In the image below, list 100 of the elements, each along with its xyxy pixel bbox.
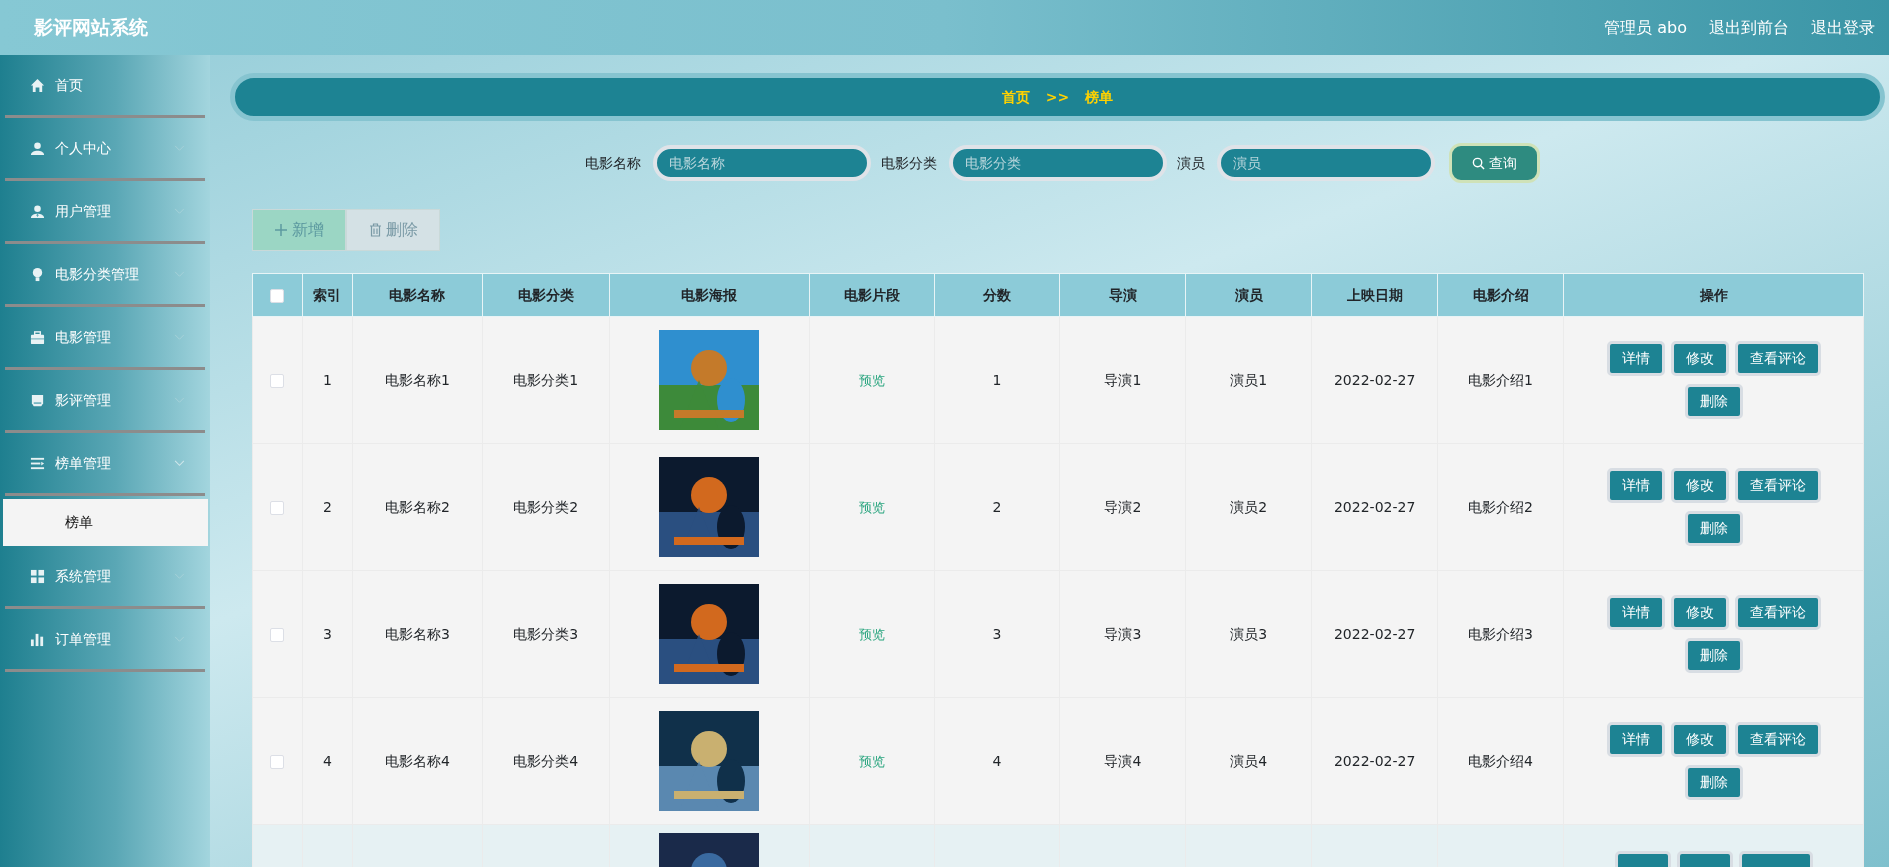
action-button[interactable]: 修改 [1670,722,1729,757]
table-cell: 电影介绍1 [1468,371,1533,388]
header-link[interactable]: 退出登录 [1811,15,1875,40]
action-button[interactable]: 删除 [1684,384,1743,419]
table-cell: 电影名称3 [384,625,450,642]
home-icon [30,77,45,93]
table-cell: 2022-02-27 [1333,498,1416,515]
sidebar-item[interactable]: 电影管理 [5,307,205,370]
action-button[interactable]: 修改 [1670,595,1729,630]
preview-link[interactable]: 预览 [858,753,885,769]
action-button[interactable]: 详情 [1606,341,1665,376]
column-header: 操作 [1699,286,1728,303]
table-cell: 演员1 [1230,371,1268,388]
breadcrumb-link[interactable]: 首页 [1001,86,1030,108]
action-button[interactable]: 修改 [1670,341,1729,376]
sidebar-item[interactable]: 订单管理 [5,609,205,672]
column-header: 电影海报 [681,286,738,303]
sidebar-item[interactable]: 系统管理 [5,546,205,609]
list-icon [30,455,45,471]
sidebar-item[interactable]: 榜单管理 [5,433,205,496]
action-button[interactable]: 详情 [1606,595,1665,630]
header-link[interactable]: 退出到前台 [1709,15,1789,40]
table-cell: 3 [323,625,332,642]
plus-icon [274,223,288,237]
checkbox[interactable] [270,288,285,303]
action-button[interactable]: 删除 [1684,638,1743,673]
column-header: 电影名称 [389,286,446,303]
action-button[interactable]: 查看评论 [1734,468,1821,503]
breadcrumb-separator: >> [1045,87,1070,107]
table-cell: 电影分类1 [513,371,579,388]
preview-link[interactable]: 预览 [858,626,885,642]
action-button[interactable]: 详情 [1606,722,1665,757]
table-cell: 演员3 [1230,625,1268,642]
bulb-icon [30,266,45,282]
checkbox[interactable] [270,373,285,388]
table-cell: 电影介绍2 [1468,498,1533,515]
table-cell: 3 [992,625,1002,642]
table-cell: 电影分类3 [513,625,579,642]
column-header: 导演 [1108,286,1137,303]
table-cell: 4 [992,752,1002,769]
column-header: 索引 [313,286,342,303]
search-field[interactable]: 演员 [1217,145,1435,181]
table-cell: 电影介绍4 [1468,752,1533,769]
bar-chart-icon [30,631,45,647]
field-label: 电影名称 [585,153,641,173]
search-field[interactable]: 电影分类 [949,145,1167,181]
breadcrumb-link[interactable]: 榜单 [1085,86,1114,108]
action-button[interactable]: 删除 [1684,765,1743,800]
column-header: 电影分类 [517,286,574,303]
table-cell: 2 [992,498,1002,515]
table-cell: 导演1 [1104,371,1142,388]
table-cell: 电影名称1 [384,371,450,388]
tray-icon [30,392,45,408]
table-cell: 2022-02-27 [1333,625,1416,642]
table-cell: 电影介绍3 [1468,625,1533,642]
action-button[interactable]: 查看评论 [1734,722,1821,757]
column-header: 上映日期 [1346,286,1403,303]
site-title: 影评网站系统 [34,15,148,41]
table-cell: 电影名称4 [384,752,450,769]
table-cell: 1 [992,371,1002,388]
table-cell: 1 [323,371,332,388]
table-cell: 演员2 [1230,498,1268,515]
sidebar-item[interactable]: 个人中心 [5,118,205,181]
table-cell: 电影分类2 [513,498,579,515]
field-label: 电影分类 [881,153,937,173]
table-cell: 导演4 [1104,752,1142,769]
action-button[interactable]: 查看评论 [1734,341,1821,376]
grid-icon [30,568,45,584]
user-icon [30,203,45,219]
header-link[interactable]: 管理员 abo [1604,15,1687,40]
preview-link[interactable]: 预览 [858,499,885,515]
action-button[interactable]: 查看评论 [1734,595,1821,630]
action-button[interactable]: 修改 [1670,468,1729,503]
search-field[interactable]: 电影名称 [653,145,871,181]
sidebar-item[interactable]: 用户管理 [5,181,205,244]
table-cell: 演员4 [1230,752,1268,769]
column-header: 电影介绍 [1472,286,1529,303]
user-icon [30,140,45,156]
checkbox[interactable] [270,627,285,642]
table-cell: 4 [323,752,332,769]
table-cell: 电影分类4 [513,752,579,769]
table-cell: 导演3 [1104,625,1142,642]
field-label: 演员 [1177,153,1205,173]
column-header: 电影片段 [843,286,900,303]
checkbox[interactable] [270,500,285,515]
sidebar-item[interactable]: 影评管理 [5,370,205,433]
search-button[interactable]: 查询 [1449,143,1540,183]
sidebar-subitem[interactable]: 榜单 [3,499,208,546]
table-cell: 2 [323,498,332,515]
search-icon [1472,156,1485,170]
action-button[interactable]: 详情 [1606,468,1665,503]
sidebar-item[interactable]: 首页 [5,55,205,118]
table-cell: 2022-02-27 [1333,752,1416,769]
sidebar-item[interactable]: 电影分类管理 [5,244,205,307]
table-cell: 2022-02-27 [1333,371,1416,388]
briefcase-icon [30,329,45,345]
column-header: 分数 [982,286,1011,303]
preview-link[interactable]: 预览 [858,372,885,388]
action-button[interactable]: 删除 [1684,511,1743,546]
checkbox[interactable] [270,754,285,769]
